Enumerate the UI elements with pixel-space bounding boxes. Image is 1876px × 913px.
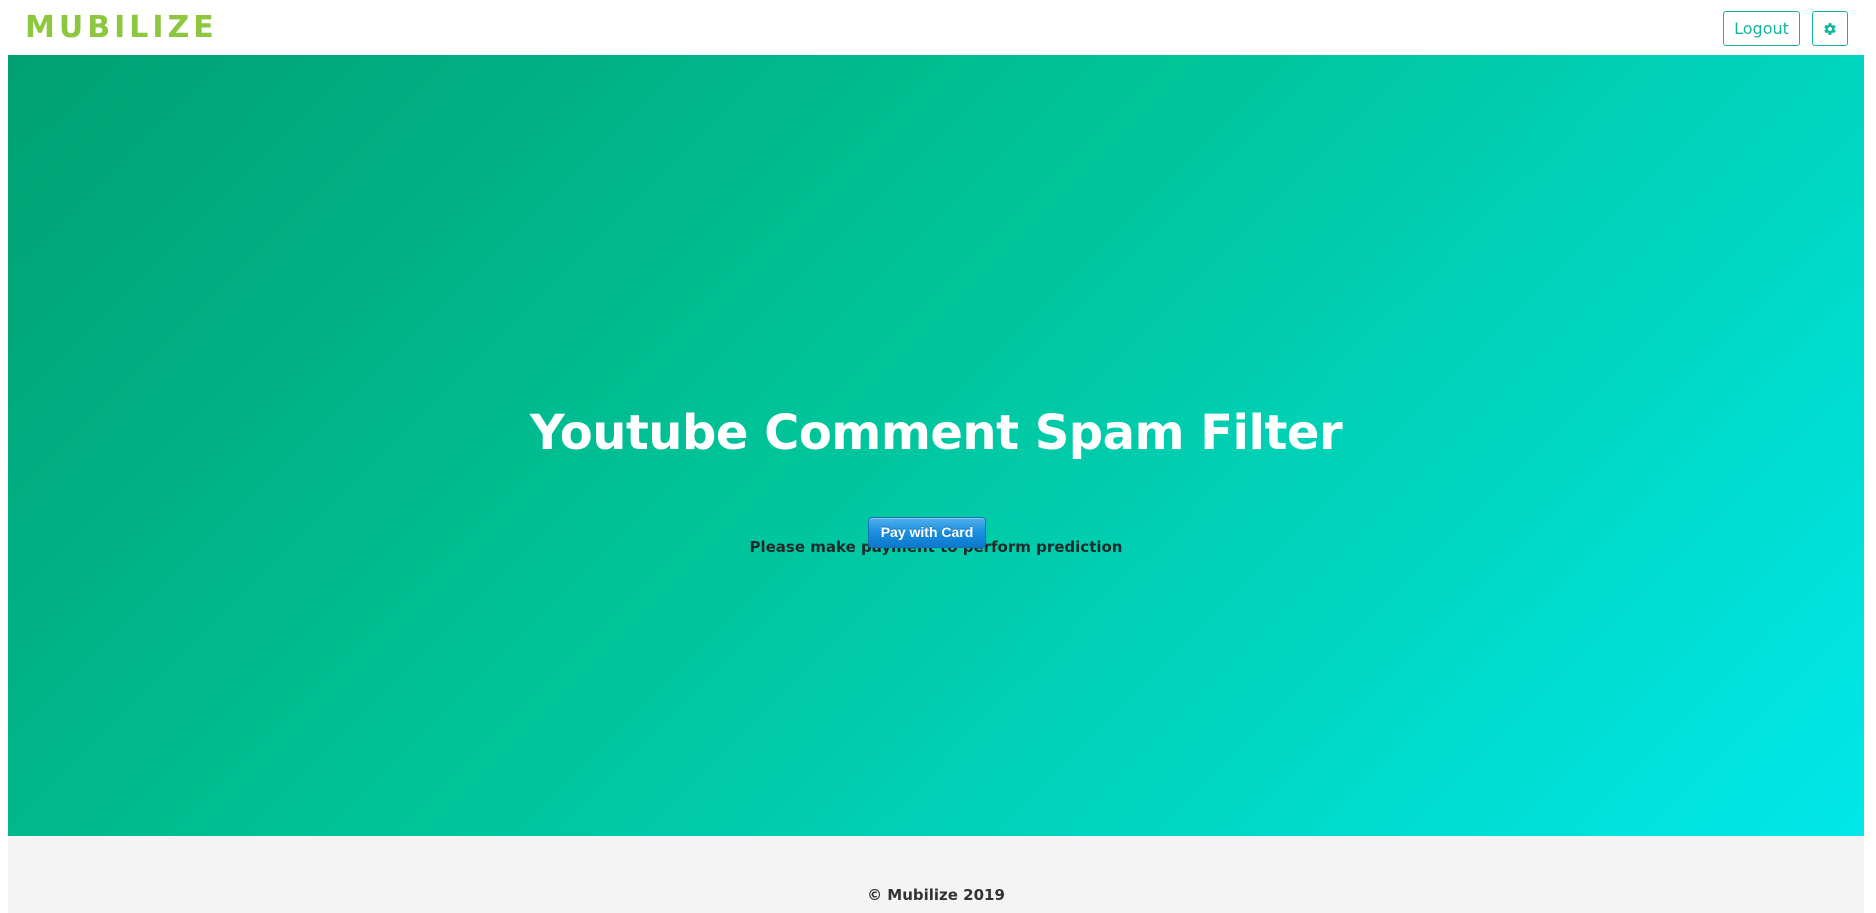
page-title: Youtube Comment Spam Filter (529, 405, 1343, 461)
footer-copyright: © Mubilize 2019 (867, 886, 1005, 904)
brand-logo[interactable]: MUBILIZE (25, 10, 218, 46)
gear-icon (1824, 22, 1836, 35)
hero-section: Youtube Comment Spam Filter Please make … (8, 55, 1864, 836)
top-navbar: MUBILIZE Logout (0, 0, 1876, 55)
settings-button[interactable] (1812, 11, 1848, 46)
footer: © Mubilize 2019 (8, 836, 1864, 913)
pay-with-card-button[interactable]: Pay with Card (868, 517, 986, 548)
logout-button[interactable]: Logout (1723, 11, 1800, 46)
page: MUBILIZE Logout Youtube Comment Spam Fil… (0, 0, 1876, 913)
